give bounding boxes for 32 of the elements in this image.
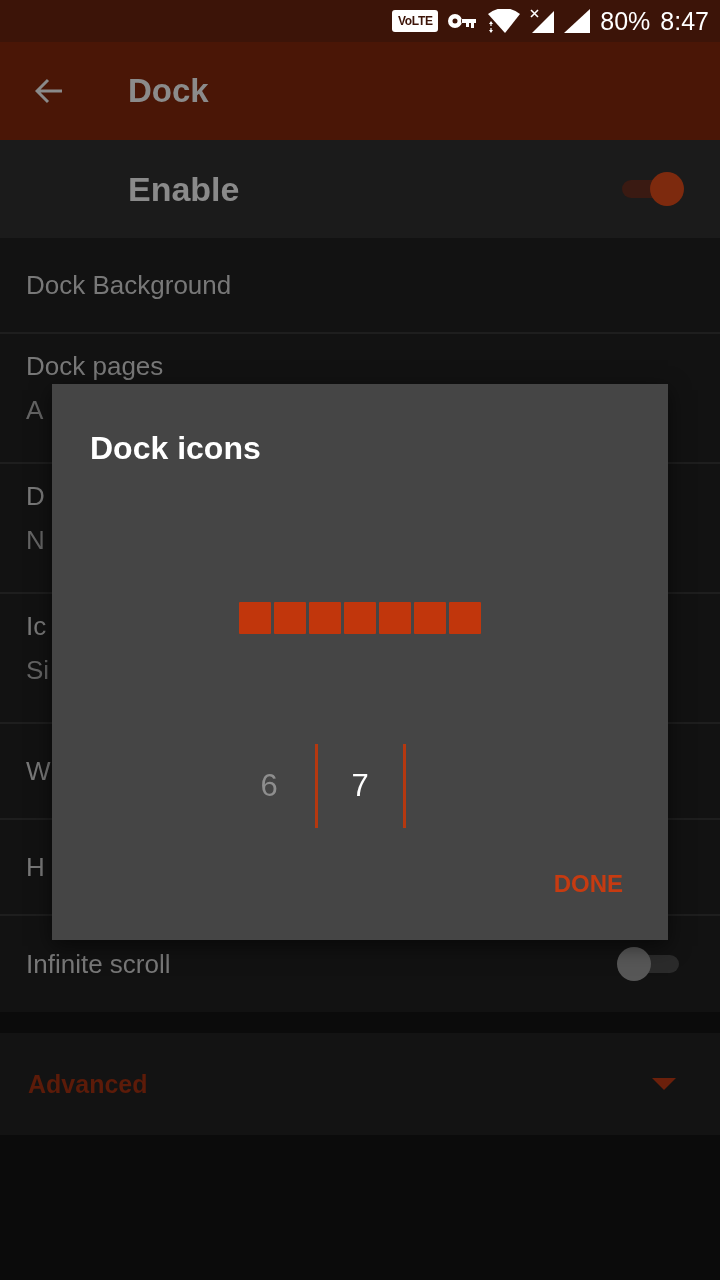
setting-title: Dock Background: [26, 270, 232, 300]
setting-title: H: [26, 852, 45, 882]
preview-tile: [344, 602, 376, 634]
preview-tile: [274, 602, 306, 634]
setting-title: D: [26, 481, 45, 511]
setting-title: W: [26, 756, 51, 786]
key-icon: [448, 13, 477, 29]
picker-value[interactable]: 7: [314, 744, 406, 828]
setting-title: Dock pages: [26, 351, 164, 381]
setting-summary: A: [26, 395, 44, 425]
picker-value[interactable]: 6: [223, 744, 315, 828]
preview-tile: [309, 602, 341, 634]
screen-title: Dock: [128, 71, 209, 111]
signal-icon: [530, 9, 555, 33]
wifi-icon: [486, 9, 521, 33]
volte-badge: VoLTE: [392, 10, 439, 32]
dialog-title: Dock icons: [90, 429, 262, 468]
setting-title: Ic: [26, 611, 47, 641]
preview-tile: [414, 602, 446, 634]
setting-title: Infinite scroll: [26, 949, 171, 979]
battery-percent: 80%: [600, 6, 651, 36]
preview-tile: [449, 602, 481, 634]
preview-tile: [239, 602, 271, 634]
enable-label: Enable: [128, 169, 240, 209]
signal-icon: [564, 9, 591, 33]
setting-summary: N: [26, 525, 45, 555]
preview-tile: [379, 602, 411, 634]
setting-summary: Si: [26, 655, 50, 685]
clock-time: 8:47: [660, 6, 709, 36]
back-button[interactable]: [35, 78, 63, 104]
done-button[interactable]: DONE: [546, 860, 630, 908]
back-arrow-icon: [35, 78, 63, 104]
